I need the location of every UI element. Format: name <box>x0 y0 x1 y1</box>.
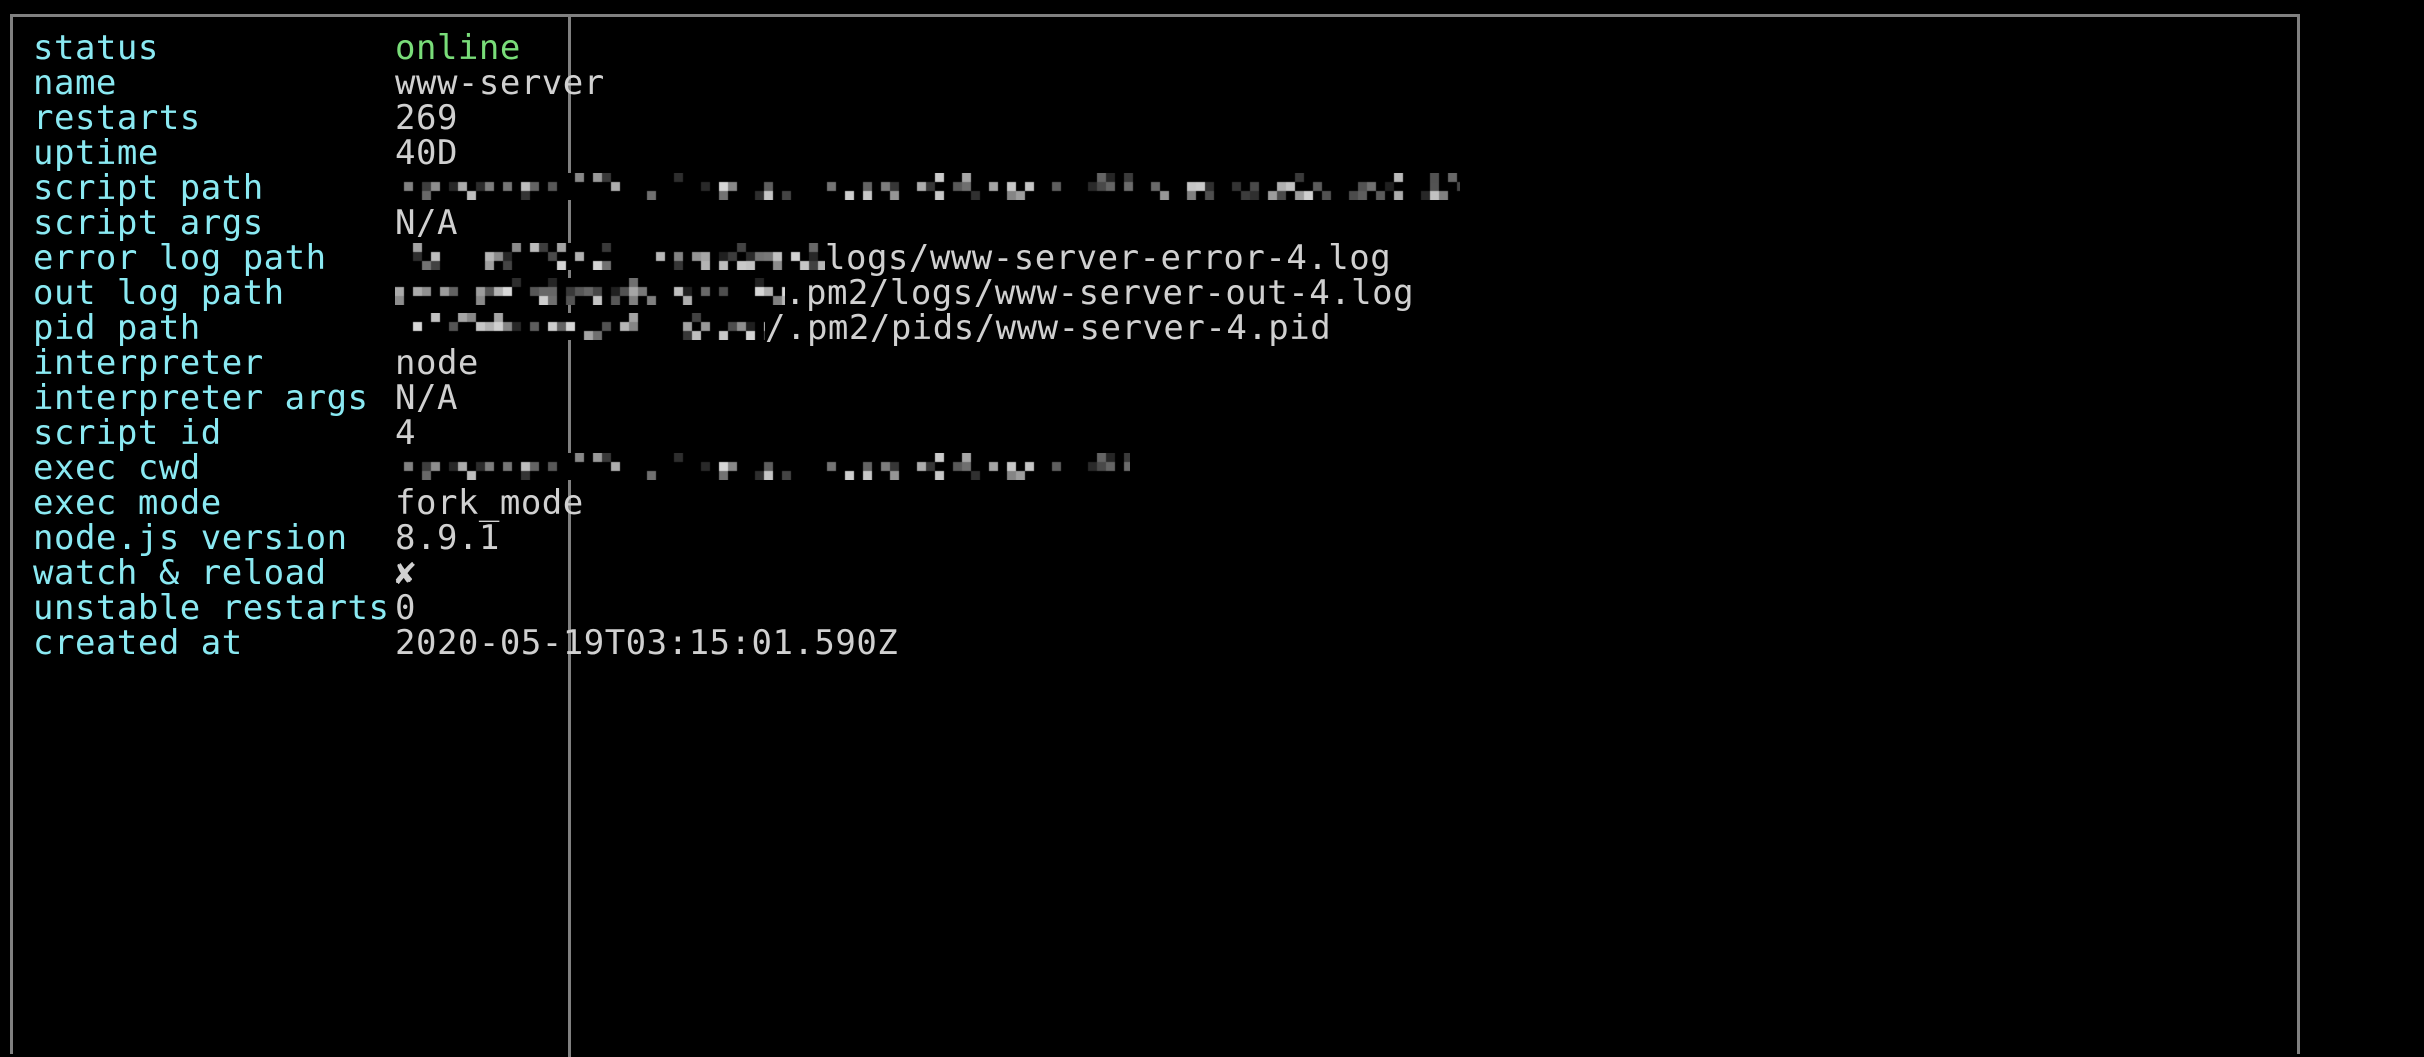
field-value-script-path <box>395 171 1460 206</box>
field-key-script-id: script id <box>33 413 222 453</box>
table-row: script id 4 <box>13 416 2297 451</box>
field-value-unstable-restarts: 0 <box>395 591 416 626</box>
field-value-exec-mode: fork_mode <box>395 486 584 521</box>
value-text: .pm2/logs/www-server-out-4.log <box>785 273 1415 313</box>
field-value-node-js-version: 8.9.1 <box>395 521 500 556</box>
value-text: node <box>395 343 479 383</box>
field-key-script-args: script args <box>33 203 264 243</box>
value-text: online <box>395 28 521 68</box>
terminal-window: status online name www-server restarts 269 upt… <box>0 0 2424 1057</box>
table-row: exec mode fork_mode <box>13 486 2297 521</box>
redacted-path-block <box>395 453 1130 480</box>
field-value-uptime: 40D <box>395 136 458 171</box>
redacted-path-block <box>395 313 765 340</box>
pm2-describe-table: status online name www-server restarts 269 upt… <box>10 14 2300 1057</box>
field-value-script-args: N/A <box>395 206 458 241</box>
field-key-unstable-restarts: unstable restarts <box>33 588 390 628</box>
value-text: 8.9.1 <box>395 518 500 558</box>
table-row: interpreter args N/A <box>13 381 2297 416</box>
redacted-path-block <box>395 243 825 270</box>
table-row: interpreter node <box>13 346 2297 381</box>
field-value-out-log-path: .pm2/logs/www-server-out-4.log <box>395 276 1414 311</box>
field-value-watch-reload: ✘ <box>395 556 416 591</box>
table-row: created at 2020-05-19T03:15:01.590Z <box>13 626 2297 661</box>
value-text: fork_mode <box>395 483 584 523</box>
field-value-status: online <box>395 31 521 66</box>
table-row: exec cwd <box>13 451 2297 486</box>
value-text: N/A <box>395 378 458 418</box>
field-value-interpreter: node <box>395 346 479 381</box>
value-text: 4 <box>395 413 416 453</box>
value-text: logs/www-server-error-4.log <box>825 238 1392 278</box>
field-value-created-at: 2020-05-19T03:15:01.590Z <box>395 626 898 661</box>
value-text: /.pm2/pids/www-server-4.pid <box>765 308 1332 348</box>
table-row: error log path logs/www-server-error-4.lo… <box>13 241 2297 276</box>
table-row: status online <box>13 31 2297 66</box>
value-text: 2020-05-19T03:15:01.590Z <box>395 623 899 663</box>
value-text: ✘ <box>395 553 416 593</box>
field-value-exec-cwd <box>395 451 1130 486</box>
table-row: restarts 269 <box>13 101 2297 136</box>
field-key-restarts: restarts <box>33 98 201 138</box>
field-key-uptime: uptime <box>33 133 159 173</box>
table-row: script args N/A <box>13 206 2297 241</box>
table-row: unstable restarts 0 <box>13 591 2297 626</box>
value-text: 40D <box>395 133 458 173</box>
table-row: pid path/.pm2/pids/www-server-4.pid <box>13 311 2297 346</box>
field-value-error-log-path: logs/www-server-error-4.log <box>395 241 1391 276</box>
field-value-restarts: 269 <box>395 101 458 136</box>
field-value-name: www-server <box>395 66 605 101</box>
table-row: name www-server <box>13 66 2297 101</box>
field-key-interpreter-args: interpreter args <box>33 378 369 418</box>
value-text: 269 <box>395 98 458 138</box>
table-row: uptime 40D <box>13 136 2297 171</box>
redacted-path-block <box>395 278 785 305</box>
table-row: script path <box>13 171 2297 206</box>
field-value-interpreter-args: N/A <box>395 381 458 416</box>
table-row: out log path .pm2/logs/www-server-out-4.l… <box>13 276 2297 311</box>
table-row: node.js version 8.9.1 <box>13 521 2297 556</box>
field-key-watch-reload: watch & reload <box>33 553 327 593</box>
redacted-path-block <box>395 173 1460 200</box>
field-value-script-id: 4 <box>395 416 416 451</box>
value-text: 0 <box>395 588 416 628</box>
table-row: watch & reload ✘ <box>13 556 2297 591</box>
value-text: N/A <box>395 203 458 243</box>
field-value-pid-path: /.pm2/pids/www-server-4.pid <box>395 311 1331 346</box>
value-text: www-server <box>395 63 605 103</box>
